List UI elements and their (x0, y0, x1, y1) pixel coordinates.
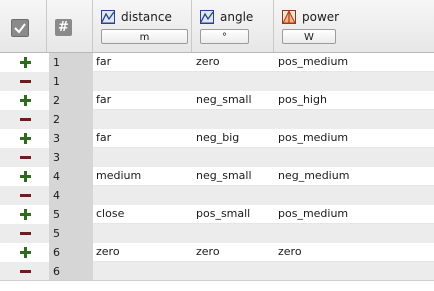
header-select-all[interactable] (0, 0, 47, 52)
row-index-label: 2 (53, 113, 60, 126)
output-variable-icon (282, 10, 296, 24)
cell-power[interactable]: pos_medium (278, 55, 348, 68)
table-row-separator: 1 (0, 72, 434, 91)
remove-rule-icon[interactable] (19, 227, 32, 240)
row-index-label: 3 (53, 151, 60, 164)
column-title-angle: angle (220, 10, 254, 24)
remove-rule-icon[interactable] (19, 189, 32, 202)
row-index: 3 (49, 129, 93, 148)
remove-rule-icon[interactable] (19, 113, 32, 126)
unit-field-angle[interactable]: ° (200, 29, 249, 44)
add-rule-icon[interactable] (19, 94, 32, 107)
table-row-separator: 2 (0, 110, 434, 129)
table-row[interactable]: 2 far neg_small pos_high (0, 91, 434, 110)
row-index: 1 (49, 53, 93, 72)
unit-field-distance[interactable]: m (101, 29, 188, 44)
row-index-label: 6 (53, 265, 60, 278)
row-index: 2 (49, 91, 93, 110)
table-row-separator: 4 (0, 186, 434, 205)
row-index: 5 (49, 224, 93, 243)
row-index-label: 2 (53, 94, 60, 107)
row-index-label: 5 (53, 227, 60, 240)
row-index-label: 6 (53, 246, 60, 259)
remove-rule-icon[interactable] (19, 151, 32, 164)
cell-power[interactable]: pos_high (278, 93, 327, 106)
add-rule-icon[interactable] (19, 132, 32, 145)
cell-angle[interactable]: neg_big (196, 131, 239, 144)
row-index: 1 (49, 72, 93, 91)
header-index: # (47, 0, 93, 52)
add-rule-icon[interactable] (19, 170, 32, 183)
row-index: 5 (49, 205, 93, 224)
row-index-label: 4 (53, 189, 60, 202)
table-row[interactable]: 3 far neg_big pos_medium (0, 129, 434, 148)
cell-power[interactable]: zero (278, 245, 302, 258)
cell-angle[interactable]: neg_small (196, 93, 252, 106)
row-index: 4 (49, 186, 93, 205)
column-header-power[interactable]: power W (274, 0, 434, 52)
cell-distance[interactable]: far (96, 93, 111, 106)
table-row[interactable]: 5 close pos_small pos_medium (0, 205, 434, 224)
row-index: 6 (49, 243, 93, 262)
row-index: 3 (49, 148, 93, 167)
cell-distance[interactable]: close (96, 207, 124, 220)
table-row-separator: 3 (0, 148, 434, 167)
index-column-icon: # (55, 19, 72, 36)
cell-power[interactable]: pos_medium (278, 207, 348, 220)
cell-angle[interactable]: pos_small (196, 207, 250, 220)
table-row[interactable]: 6 zero zero zero (0, 243, 434, 262)
column-title-distance: distance (121, 10, 172, 24)
table-row[interactable]: 1 far zero pos_medium (0, 53, 434, 72)
rule-table: # distance m angle ° power W 1 far zero … (0, 0, 434, 291)
row-index: 2 (49, 110, 93, 129)
cell-distance[interactable]: far (96, 131, 111, 144)
add-rule-icon[interactable] (19, 208, 32, 221)
row-index-label: 1 (53, 75, 60, 88)
row-index-label: 5 (53, 208, 60, 221)
column-header-distance[interactable]: distance m (93, 0, 192, 52)
cell-distance[interactable]: far (96, 55, 111, 68)
cell-angle[interactable]: zero (196, 245, 220, 258)
input-variable-icon (101, 10, 115, 24)
table-bottom-border (0, 280, 434, 281)
add-rule-icon[interactable] (19, 56, 32, 69)
column-title-power: power (302, 10, 340, 24)
remove-rule-icon[interactable] (19, 265, 32, 278)
select-all-checkbox[interactable] (11, 19, 29, 37)
add-rule-icon[interactable] (19, 246, 32, 259)
table-row[interactable]: 4 medium neg_small neg_medium (0, 167, 434, 186)
input-variable-icon (200, 10, 214, 24)
cell-power[interactable]: neg_medium (278, 169, 349, 182)
row-index: 4 (49, 167, 93, 186)
table-header: # distance m angle ° power W (0, 0, 434, 53)
cell-angle[interactable]: zero (196, 55, 220, 68)
table-row-separator: 6 (0, 262, 434, 281)
rule-rows: 1 far zero pos_medium 1 2 far neg_small … (0, 53, 434, 281)
column-header-angle[interactable]: angle ° (192, 0, 274, 52)
row-index: 6 (49, 262, 93, 281)
table-row-separator: 5 (0, 224, 434, 243)
row-index-label: 3 (53, 132, 60, 145)
remove-rule-icon[interactable] (19, 75, 32, 88)
cell-distance[interactable]: zero (96, 245, 120, 258)
row-index-label: 4 (53, 170, 60, 183)
unit-field-power[interactable]: W (282, 29, 336, 44)
cell-distance[interactable]: medium (96, 169, 141, 182)
cell-angle[interactable]: neg_small (196, 169, 252, 182)
checkmark-icon (14, 23, 26, 34)
row-index-label: 1 (53, 56, 60, 69)
cell-power[interactable]: pos_medium (278, 131, 348, 144)
